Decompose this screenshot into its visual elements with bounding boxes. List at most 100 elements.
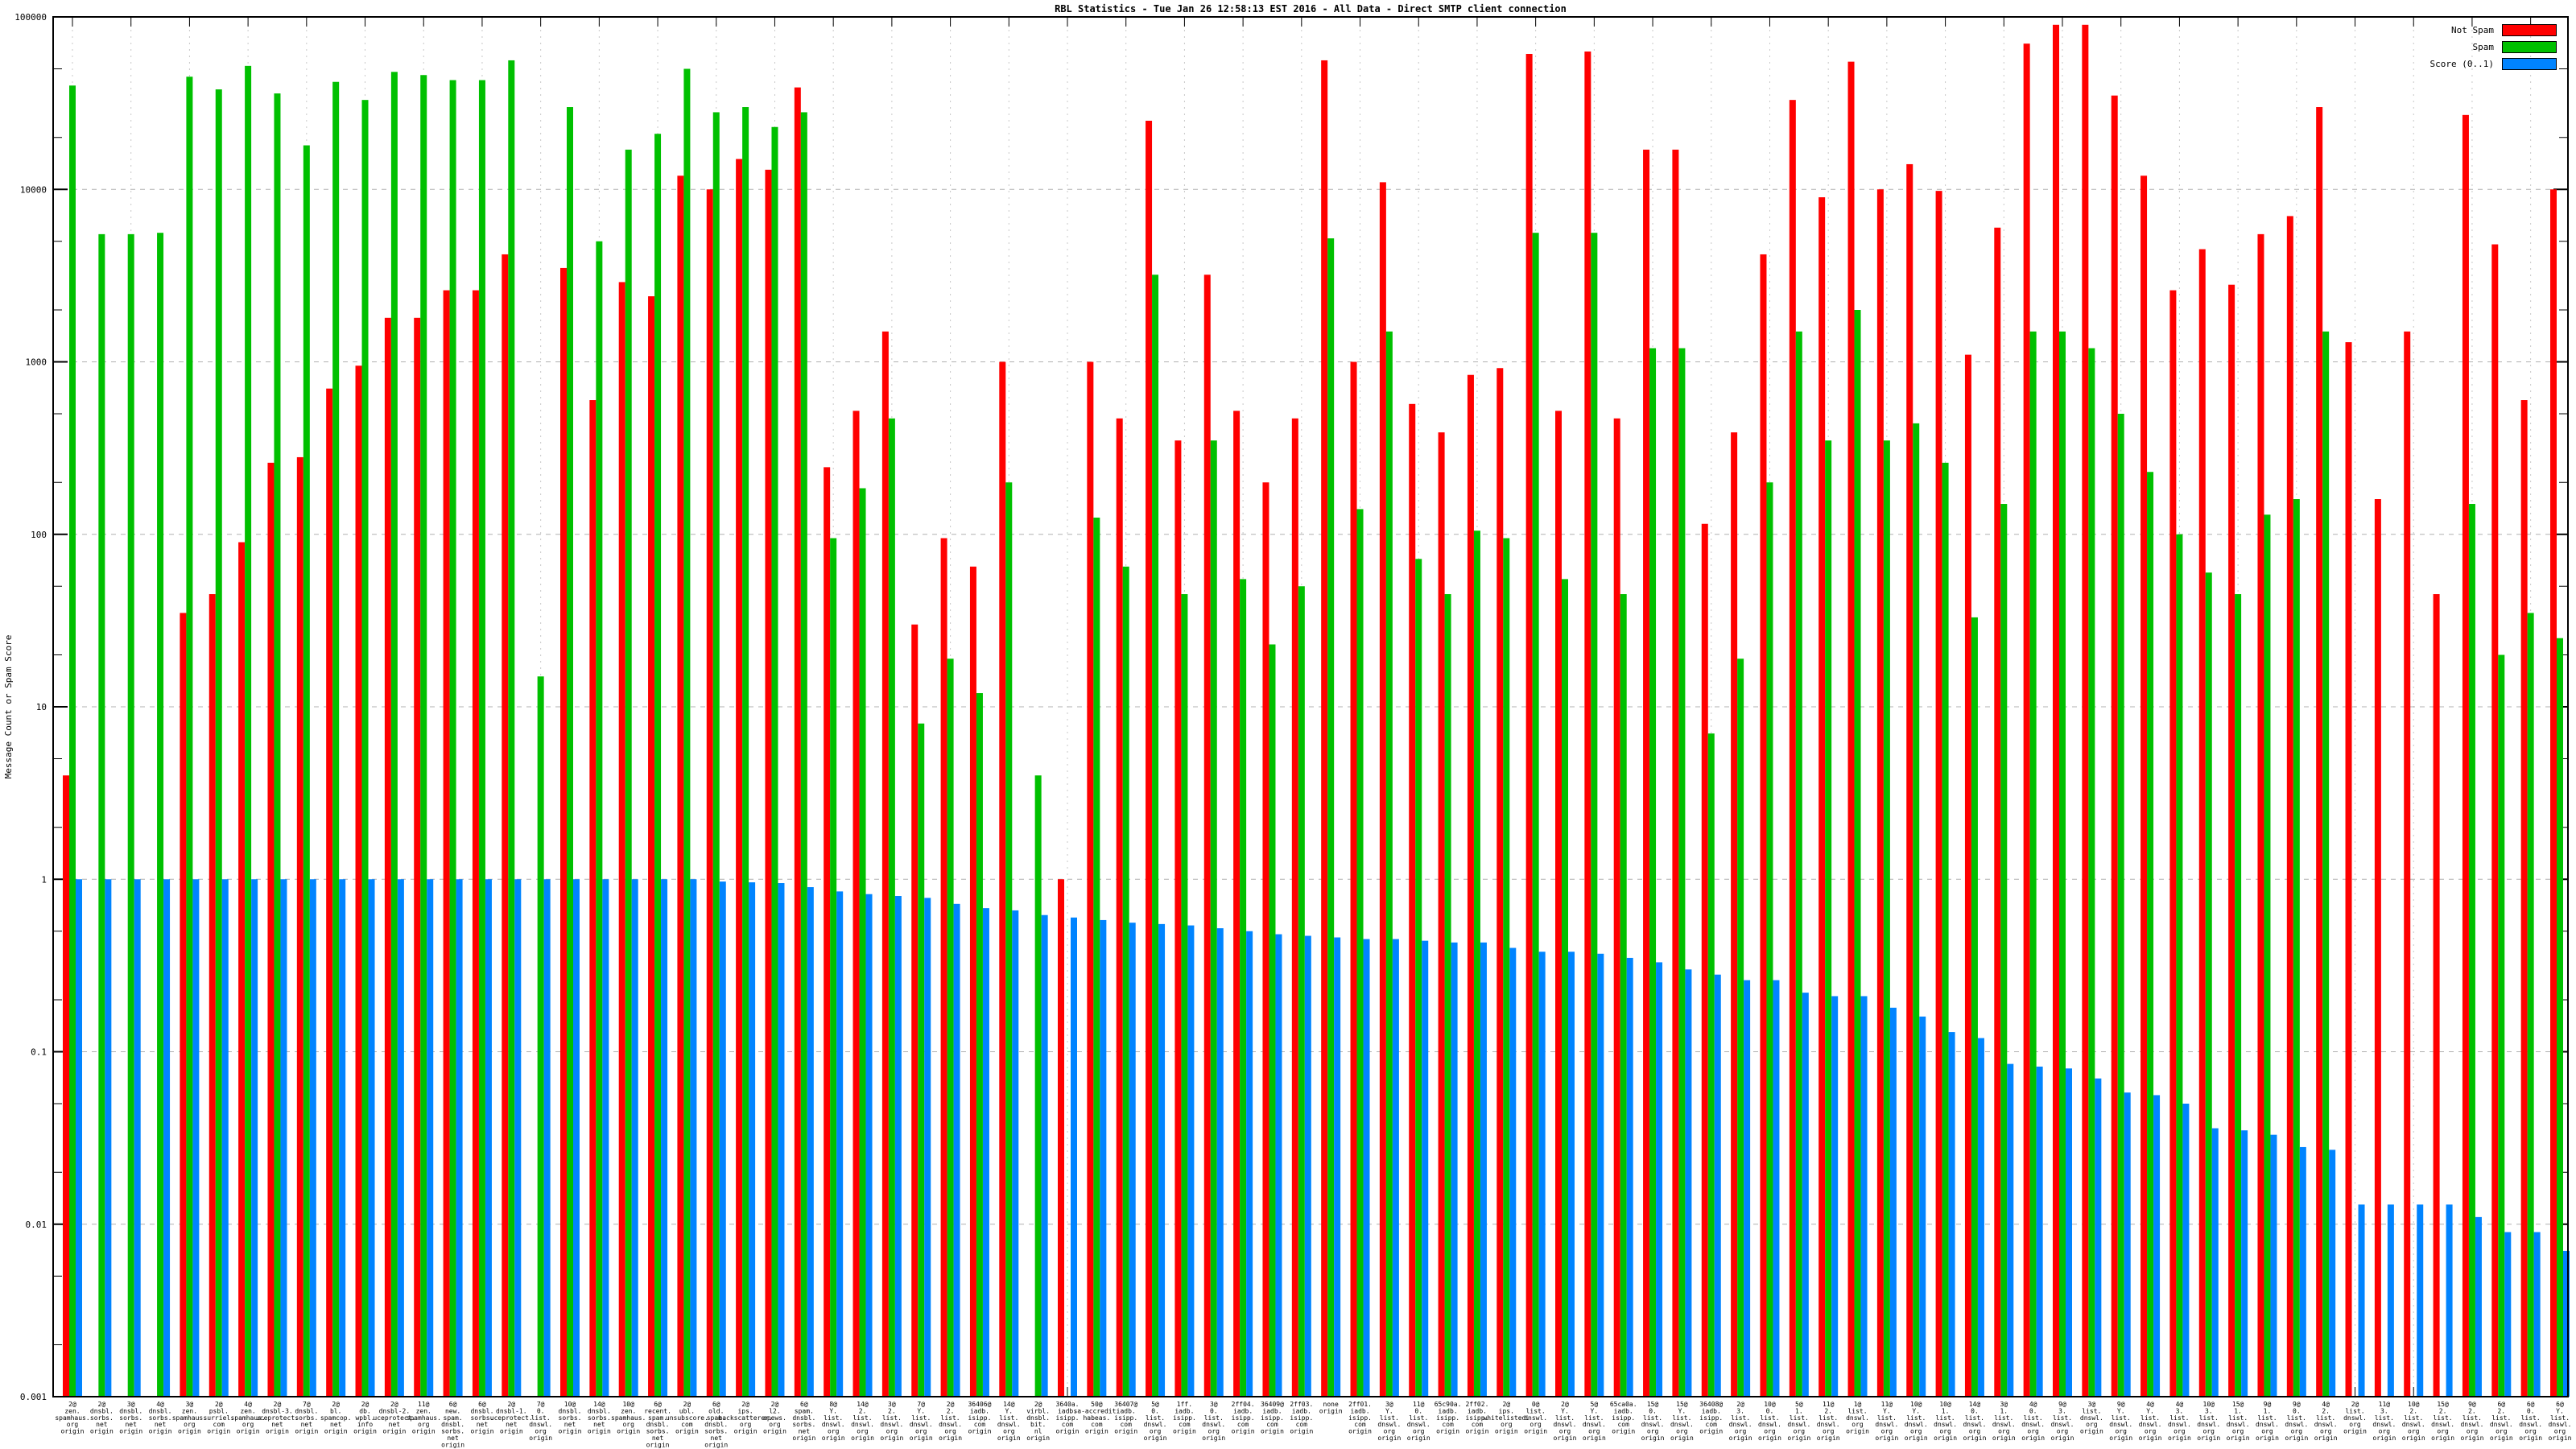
bar-not-spam — [2257, 234, 2264, 1397]
bar-score — [1656, 962, 1662, 1397]
legend-label-not-spam: Not Spam — [2451, 25, 2494, 35]
x-tick-label: 9@0.list.dnswl.orgorigin — [2285, 1401, 2308, 1442]
bar-score — [1364, 939, 1370, 1397]
x-tick-label: 36409@iadb.isipp.comorigin — [1261, 1401, 1284, 1435]
bar-score — [1715, 975, 1721, 1397]
bar-score — [1480, 943, 1487, 1397]
bar-score — [1012, 910, 1018, 1397]
x-tick-label: 15@1.list.dnswl.orgorigin — [2227, 1401, 2250, 1442]
bar-score — [339, 879, 345, 1397]
bar-spam — [801, 112, 807, 1397]
bar-spam — [2059, 332, 2066, 1397]
y-tick-label: 10 — [36, 702, 47, 712]
bar-score — [924, 898, 931, 1397]
bar-score — [1158, 924, 1165, 1397]
x-tick-label: 11@2.list.dnswl.orgorigin — [1817, 1401, 1840, 1442]
x-tick-label: 3@2.list.dnswl.orgorigin — [880, 1401, 903, 1442]
bar-spam — [1386, 332, 1393, 1397]
bar-score — [1042, 915, 1048, 1397]
x-tick-label: 0@list.dnswl.orgorigin — [1524, 1401, 1547, 1435]
bar-score — [1393, 939, 1399, 1397]
bar-not-spam — [2112, 96, 2118, 1397]
bar-not-spam — [589, 400, 596, 1397]
chart-svg: 1000001000010001001010.10.010.0012@zen.s… — [0, 0, 2576, 1449]
bar-spam — [1474, 530, 1480, 1397]
y-tick-label: 100 — [31, 530, 47, 540]
bar-not-spam — [180, 613, 186, 1397]
bar-not-spam — [1146, 121, 1152, 1397]
legend-swatch-spam-icon — [2502, 41, 2557, 53]
x-tick-label: 1@list.dnswl.orgorigin — [1846, 1401, 1869, 1435]
bar-spam — [1093, 518, 1100, 1397]
x-tick-label: 2ff03.iadb.isipp.comorigin — [1290, 1401, 1313, 1435]
bar-not-spam — [1439, 432, 1445, 1397]
bar-not-spam — [619, 282, 625, 1397]
bar-not-spam — [2550, 189, 2557, 1397]
x-tick-label: 11@0.list.dnswl.orgorigin — [1407, 1401, 1430, 1442]
bar-score — [1451, 943, 1458, 1397]
bar-score — [602, 879, 609, 1397]
bar-spam — [1181, 594, 1187, 1397]
legend-label-score: Score (0..1) — [2430, 59, 2494, 69]
bar-score — [192, 879, 199, 1397]
bar-not-spam — [765, 170, 771, 1397]
y-tick-label: 1000 — [26, 357, 47, 368]
bar-score — [1919, 1017, 1926, 1397]
bar-not-spam — [1233, 411, 1240, 1397]
x-tick-label: 36407@iadb.isipp.comorigin — [1114, 1401, 1137, 1435]
bar-spam — [1357, 509, 1364, 1397]
bar-not-spam — [1760, 254, 1766, 1397]
bar-not-spam — [2169, 291, 2176, 1397]
bar-spam — [538, 676, 544, 1397]
bar-not-spam — [238, 543, 245, 1397]
x-tick-label: 2@l2.apews.orgorigin — [763, 1401, 786, 1435]
bar-spam — [1649, 349, 1656, 1397]
x-tick-label: 14@2.list.dnswl.orgorigin — [851, 1401, 874, 1442]
bar-spam — [332, 82, 339, 1397]
bar-score — [2270, 1135, 2277, 1397]
x-tick-label: 36406@iadb.isipp.comorigin — [968, 1401, 991, 1435]
bar-not-spam — [1087, 362, 1093, 1397]
bar-spam — [1211, 440, 1217, 1397]
bar-spam — [2293, 499, 2300, 1397]
x-tick-label: 10@dnsbl.sorbs.netorigin — [559, 1401, 582, 1435]
bar-score — [1334, 938, 1340, 1397]
bar-spam — [1415, 559, 1422, 1397]
bar-spam — [2206, 572, 2212, 1397]
bar-not-spam — [1174, 440, 1181, 1397]
legend-row-spam: Spam — [2430, 41, 2557, 52]
bar-spam — [1533, 233, 1539, 1397]
x-tick-label: 3@1.list.dnswl.orgorigin — [1992, 1401, 2016, 1442]
bar-score — [632, 879, 638, 1397]
y-tick-label: 0.1 — [31, 1047, 47, 1058]
x-tick-label: 3@0.list.dnswl.orgorigin — [1202, 1401, 1225, 1442]
bar-spam — [771, 127, 778, 1397]
x-tick-label: 2@3.list.dnswl.orgorigin — [1729, 1401, 1752, 1442]
bar-not-spam — [1496, 368, 1503, 1397]
x-tick-label: 14@dnsbl.sorbs.netorigin — [588, 1401, 611, 1435]
bar-score — [514, 879, 521, 1397]
x-tick-label: 10@1.list.dnswl.orgorigin — [1934, 1401, 1957, 1442]
x-tick-label: 2@virbl.dnsbl.bit.nlorigin — [1026, 1401, 1050, 1442]
bar-spam — [216, 89, 222, 1397]
bar-spam — [2264, 514, 2270, 1397]
bar-spam — [742, 107, 749, 1397]
bar-not-spam — [1672, 150, 1678, 1397]
bar-spam — [2528, 613, 2534, 1397]
bar-not-spam — [1262, 482, 1269, 1397]
bar-score — [2329, 1150, 2335, 1397]
bar-score — [1071, 918, 1077, 1397]
bar-spam — [128, 234, 134, 1397]
bar-score — [2212, 1129, 2219, 1397]
bar-spam — [1855, 310, 1861, 1397]
bar-not-spam — [2375, 499, 2381, 1397]
bar-score — [1305, 936, 1311, 1397]
bar-not-spam — [2404, 332, 2410, 1397]
bar-score — [310, 879, 316, 1397]
x-tick-label: 15@2.list.dnswl.orgorigin — [2431, 1401, 2454, 1442]
bar-spam — [245, 66, 251, 1397]
x-tick-label: 10@3.list.dnswl.orgorigin — [2197, 1401, 2220, 1442]
bar-not-spam — [1643, 150, 1649, 1397]
bar-not-spam — [941, 539, 947, 1397]
bar-spam — [362, 100, 369, 1397]
